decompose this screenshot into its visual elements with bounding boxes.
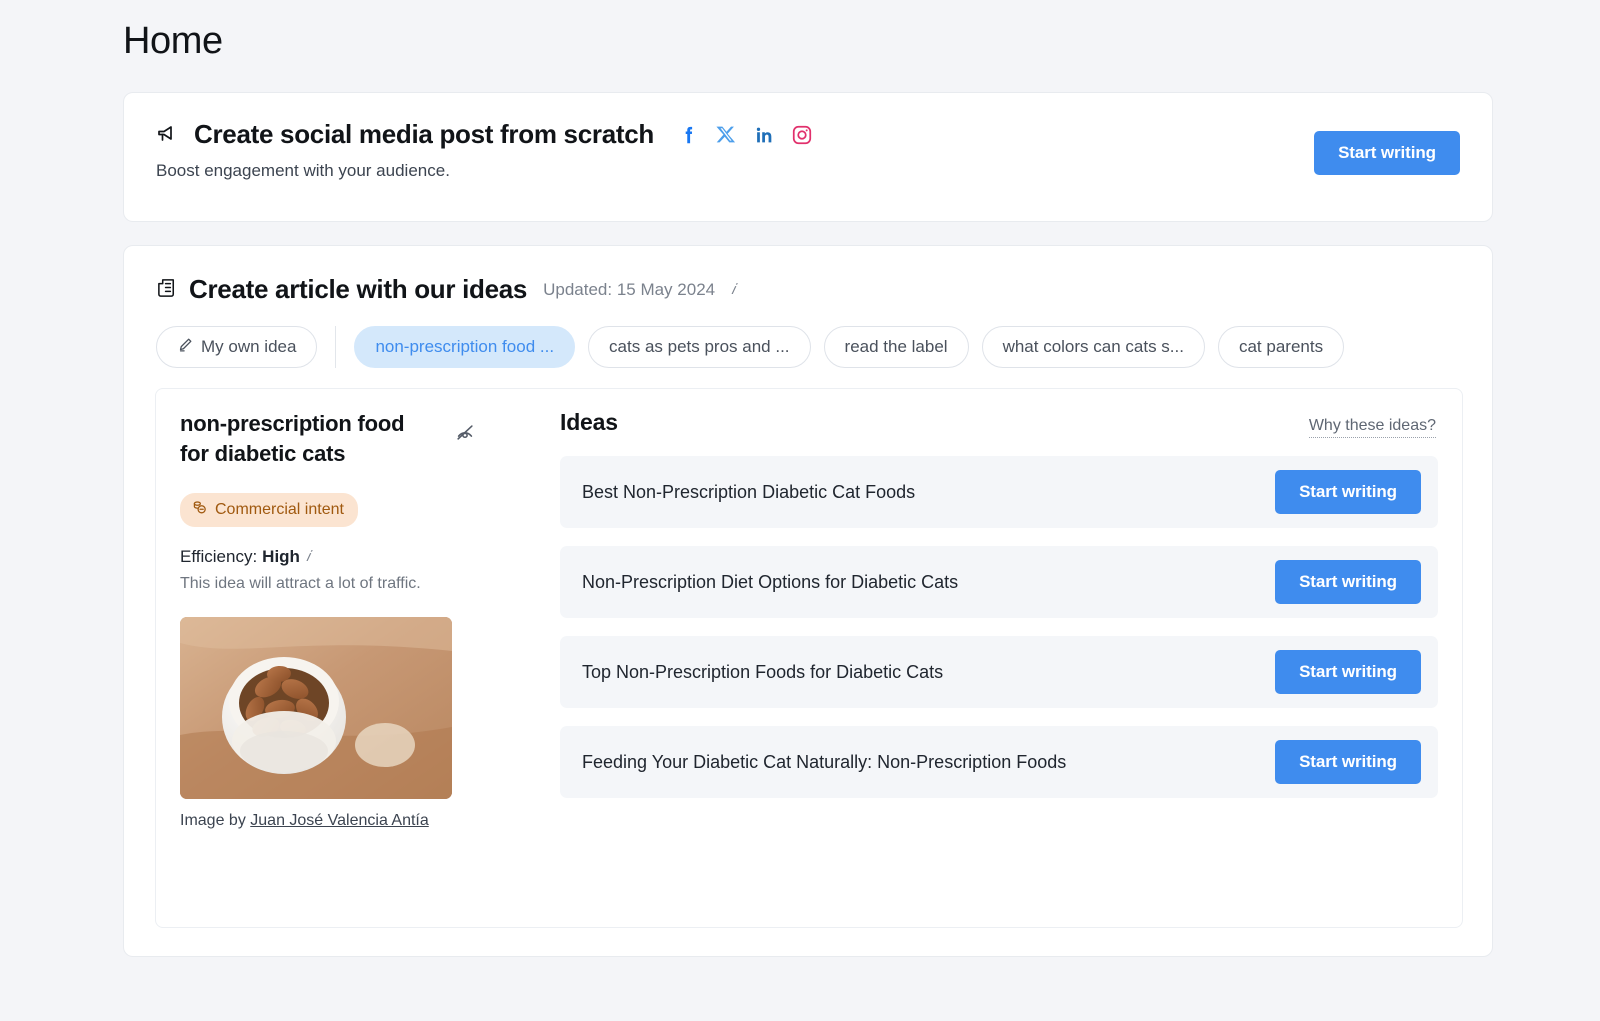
ideas-list-column: Ideas Why these ideas? Best Non-Prescrip… bbox=[560, 409, 1438, 798]
ideas-card-header: Create article with our ideas Updated: 1… bbox=[156, 274, 735, 305]
chip-label: cats as pets pros and ... bbox=[609, 337, 789, 357]
chip-my-own-idea[interactable]: My own idea bbox=[156, 326, 317, 368]
status-badge-label: Commercial intent bbox=[215, 501, 344, 519]
why-these-ideas-link[interactable]: Why these ideas? bbox=[1309, 417, 1436, 438]
idea-list-item[interactable]: Non-Prescription Diet Options for Diabet… bbox=[560, 546, 1438, 618]
idea-start-writing-button[interactable]: Start writing bbox=[1275, 650, 1421, 694]
image-credit-prefix: Image by bbox=[180, 812, 246, 829]
ideas-card-title: Create article with our ideas bbox=[189, 274, 527, 305]
idea-start-writing-button[interactable]: Start writing bbox=[1275, 470, 1421, 514]
megaphone-icon bbox=[156, 123, 180, 147]
idea-chip-list: My own idea non-prescription food ... ca… bbox=[156, 326, 1344, 368]
efficiency-label: Efficiency: bbox=[180, 547, 257, 567]
chip-label: read the label bbox=[845, 337, 948, 357]
chip-read-the-label[interactable]: read the label bbox=[824, 326, 969, 368]
chip-cats-as-pets[interactable]: cats as pets pros and ... bbox=[588, 326, 810, 368]
coins-icon bbox=[191, 499, 208, 521]
chip-label: what colors can cats s... bbox=[1003, 337, 1184, 357]
idea-detail-title: non-prescription food for diabetic cats bbox=[180, 409, 420, 469]
idea-start-writing-button[interactable]: Start writing bbox=[1275, 740, 1421, 784]
efficiency-row: Efficiency: High 𝑖 bbox=[180, 547, 480, 567]
idea-title: Feeding Your Diabetic Cat Naturally: Non… bbox=[582, 752, 1066, 773]
efficiency-value: High bbox=[262, 547, 300, 567]
efficiency-info-icon[interactable]: 𝑖 bbox=[306, 548, 310, 566]
x-twitter-icon[interactable] bbox=[716, 124, 737, 145]
idea-title: Top Non-Prescription Foods for Diabetic … bbox=[582, 662, 943, 683]
create-social-post-card: Create social media post from scratch bbox=[123, 92, 1493, 222]
page-title: Home bbox=[123, 20, 223, 63]
chip-label: My own idea bbox=[201, 337, 296, 357]
newspaper-icon bbox=[156, 276, 179, 304]
social-card-header: Create social media post from scratch bbox=[156, 119, 813, 150]
efficiency-note: This idea will attract a lot of traffic. bbox=[180, 575, 480, 593]
idea-title: Best Non-Prescription Diabetic Cat Foods bbox=[582, 482, 915, 503]
eye-off-icon[interactable] bbox=[450, 417, 480, 450]
chip-label: cat parents bbox=[1239, 337, 1323, 357]
instagram-icon[interactable] bbox=[791, 124, 813, 146]
image-credit-author-link[interactable]: Juan José Valencia Antía bbox=[250, 812, 429, 829]
status-badge: Commercial intent bbox=[180, 493, 358, 527]
pencil-icon bbox=[177, 336, 194, 358]
chip-non-prescription-food[interactable]: non-prescription food ... bbox=[354, 326, 575, 368]
image-credit: Image by Juan José Valencia Antía bbox=[180, 812, 480, 830]
ideas-list-header: Ideas Why these ideas? bbox=[560, 409, 1438, 438]
social-card-subtitle: Boost engagement with your audience. bbox=[156, 161, 450, 181]
chip-what-colors-can-cats-see[interactable]: what colors can cats s... bbox=[982, 326, 1205, 368]
chip-label: non-prescription food ... bbox=[375, 337, 554, 357]
social-network-icons bbox=[678, 124, 813, 146]
idea-thumbnail-image bbox=[180, 617, 452, 799]
social-start-writing-button[interactable]: Start writing bbox=[1314, 131, 1460, 175]
idea-list-item[interactable]: Best Non-Prescription Diabetic Cat Foods… bbox=[560, 456, 1438, 528]
create-article-card: Create article with our ideas Updated: 1… bbox=[123, 245, 1493, 957]
ideas-heading: Ideas bbox=[560, 409, 618, 436]
idea-detail-column: non-prescription food for diabetic cats bbox=[180, 409, 480, 830]
idea-start-writing-button[interactable]: Start writing bbox=[1275, 560, 1421, 604]
social-card-title: Create social media post from scratch bbox=[194, 119, 654, 150]
linkedin-icon[interactable] bbox=[753, 124, 775, 146]
home-page: Home Create social media post from scrat… bbox=[0, 0, 1600, 1021]
idea-detail-panel: non-prescription food for diabetic cats bbox=[155, 388, 1463, 928]
idea-title: Non-Prescription Diet Options for Diabet… bbox=[582, 572, 958, 593]
facebook-icon[interactable] bbox=[678, 124, 700, 146]
chip-cat-parents[interactable]: cat parents bbox=[1218, 326, 1344, 368]
idea-list-item[interactable]: Feeding Your Diabetic Cat Naturally: Non… bbox=[560, 726, 1438, 798]
ideas-updated-label: Updated: 15 May 2024 bbox=[543, 280, 715, 300]
info-icon[interactable]: 𝑖 bbox=[731, 281, 735, 299]
idea-list-item[interactable]: Top Non-Prescription Foods for Diabetic … bbox=[560, 636, 1438, 708]
chip-divider bbox=[335, 326, 336, 368]
idea-detail-heading-row: non-prescription food for diabetic cats bbox=[180, 409, 480, 469]
